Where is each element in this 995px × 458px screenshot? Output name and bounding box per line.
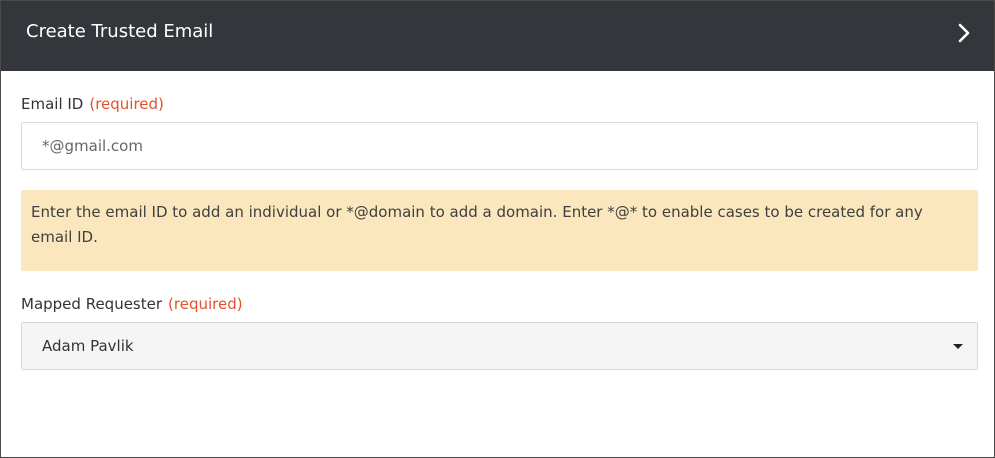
email-id-input[interactable] — [21, 122, 978, 170]
mapped-requester-required-text: (required) — [168, 295, 243, 313]
caret-down-icon — [953, 344, 963, 349]
create-trusted-email-panel: Create Trusted Email Email ID (required) … — [0, 0, 995, 458]
email-id-label-text: Email ID — [21, 95, 84, 113]
mapped-requester-selected-value: Adam Pavlik — [42, 337, 134, 355]
panel-title: Create Trusted Email — [26, 21, 214, 42]
email-hint-message: Enter the email ID to add an individual … — [21, 190, 978, 271]
email-id-label: Email ID (required) — [21, 95, 164, 113]
email-id-required-text: (required) — [89, 95, 164, 113]
chevron-right-icon[interactable] — [952, 21, 976, 45]
email-hint-text: Enter the email ID to add an individual … — [31, 203, 923, 246]
panel-header: Create Trusted Email — [1, 1, 994, 71]
mapped-requester-select[interactable]: Adam Pavlik — [21, 322, 978, 370]
mapped-requester-label-text: Mapped Requester — [21, 295, 163, 313]
mapped-requester-label: Mapped Requester (required) — [21, 295, 243, 313]
